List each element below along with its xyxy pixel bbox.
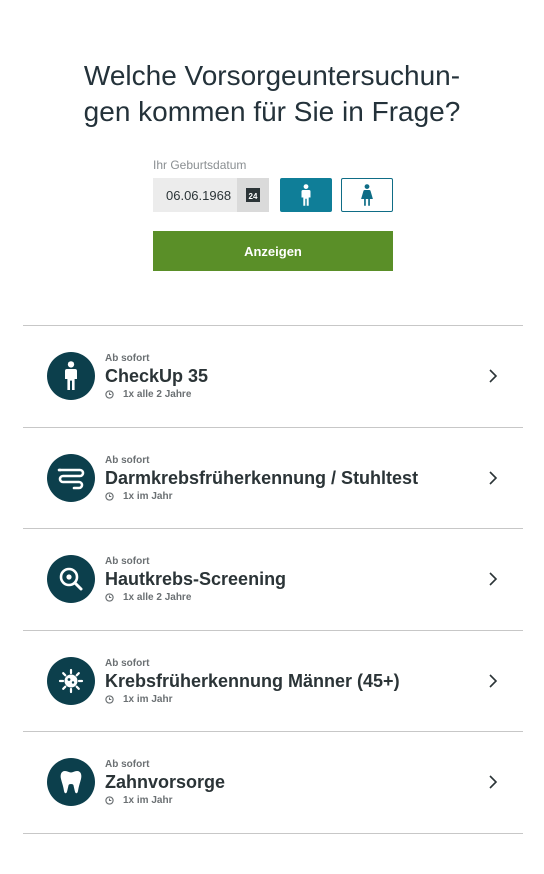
- birthdate-row: 06.06.1968 24: [153, 178, 393, 212]
- page-title: Welche Vorsorgeuntersuchun- gen kommen f…: [0, 58, 544, 130]
- clock-icon: [105, 390, 114, 399]
- birthdate-form: Ihr Geburtsdatum 06.06.1968 24 Anzeigen: [153, 156, 393, 271]
- item-frequency: 1x im Jahr: [105, 694, 172, 705]
- calendar-day: 24: [248, 192, 258, 201]
- calendar-icon: 24: [246, 188, 260, 202]
- item-frequency-text: 1x alle 2 Jahre: [123, 389, 192, 400]
- person-icon: [47, 352, 95, 400]
- item-title: CheckUp 35: [105, 366, 209, 386]
- chevron-right-icon: [489, 471, 498, 485]
- item-since: Ab sofort: [105, 657, 150, 669]
- gender-female-button[interactable]: [341, 178, 393, 212]
- item-frequency: 1x alle 2 Jahre: [105, 592, 191, 603]
- item-title: Darmkrebsfrüherkennung / Stuhltest: [105, 467, 419, 488]
- chevron-right-icon: [489, 674, 498, 688]
- item-frequency-text: 1x im Jahr: [123, 693, 173, 705]
- calendar-button[interactable]: 24: [237, 178, 269, 212]
- clock-icon: [105, 796, 114, 806]
- item-since: Ab sofort: [105, 556, 150, 568]
- item-since: Ab sofort: [105, 454, 150, 466]
- male-icon: [301, 184, 311, 206]
- item-frequency-text: 1x im Jahr: [123, 795, 173, 807]
- clock-icon: [105, 593, 114, 602]
- list-item[interactable]: Ab sofort Darmkrebsfrüherkennung / Stuhl…: [23, 428, 523, 530]
- tooth-icon: [47, 758, 95, 807]
- item-since: Ab sofort: [105, 353, 150, 364]
- show-button[interactable]: Anzeigen: [153, 231, 393, 271]
- list-item[interactable]: Ab sofort CheckUp 35 1x alle 2 Jahre: [23, 326, 523, 428]
- item-frequency: 1x im Jahr: [105, 491, 172, 502]
- gender-male-button[interactable]: [280, 178, 332, 212]
- birthdate-field[interactable]: 06.06.1968 24: [153, 178, 269, 212]
- magnifier-icon: [47, 555, 95, 604]
- list-item[interactable]: Ab sofort Hautkrebs-Screening 1x alle 2 …: [23, 529, 523, 631]
- list-item[interactable]: Ab sofort Krebsfrüherkennung Männer (45+…: [23, 631, 523, 733]
- chevron-right-icon: [489, 572, 498, 586]
- item-title: Zahnvorsorge: [105, 772, 226, 793]
- item-title: Hautkrebs-Screening: [105, 569, 287, 590]
- birthdate-label: Ihr Geburtsdatum: [153, 158, 247, 172]
- cell-icon: [47, 656, 95, 705]
- clock-icon: [105, 491, 114, 501]
- female-icon: [361, 184, 373, 206]
- item-frequency-text: 1x alle 2 Jahre: [123, 592, 192, 604]
- page-title-line-2: gen kommen für Sie in Frage?: [83, 96, 461, 127]
- birthdate-value[interactable]: 06.06.1968: [153, 188, 237, 203]
- checkup-list: Ab sofort CheckUp 35 1x alle 2 Jahre Ab …: [23, 325, 523, 834]
- item-since: Ab sofort: [105, 759, 150, 771]
- item-frequency: 1x im Jahr: [105, 795, 172, 806]
- item-frequency-text: 1x im Jahr: [123, 490, 173, 502]
- page-title-line-1: Welche Vorsorgeuntersuchun-: [83, 60, 461, 91]
- chevron-right-icon: [489, 369, 498, 383]
- item-title: Krebsfrüherkennung Männer (45+): [105, 670, 400, 691]
- chevron-right-icon: [489, 775, 498, 789]
- clock-icon: [105, 695, 114, 704]
- list-item[interactable]: Ab sofort Zahnvorsorge 1x im Jahr: [23, 732, 523, 834]
- item-frequency: 1x alle 2 Jahre: [105, 389, 191, 400]
- intestine-icon: [47, 453, 95, 502]
